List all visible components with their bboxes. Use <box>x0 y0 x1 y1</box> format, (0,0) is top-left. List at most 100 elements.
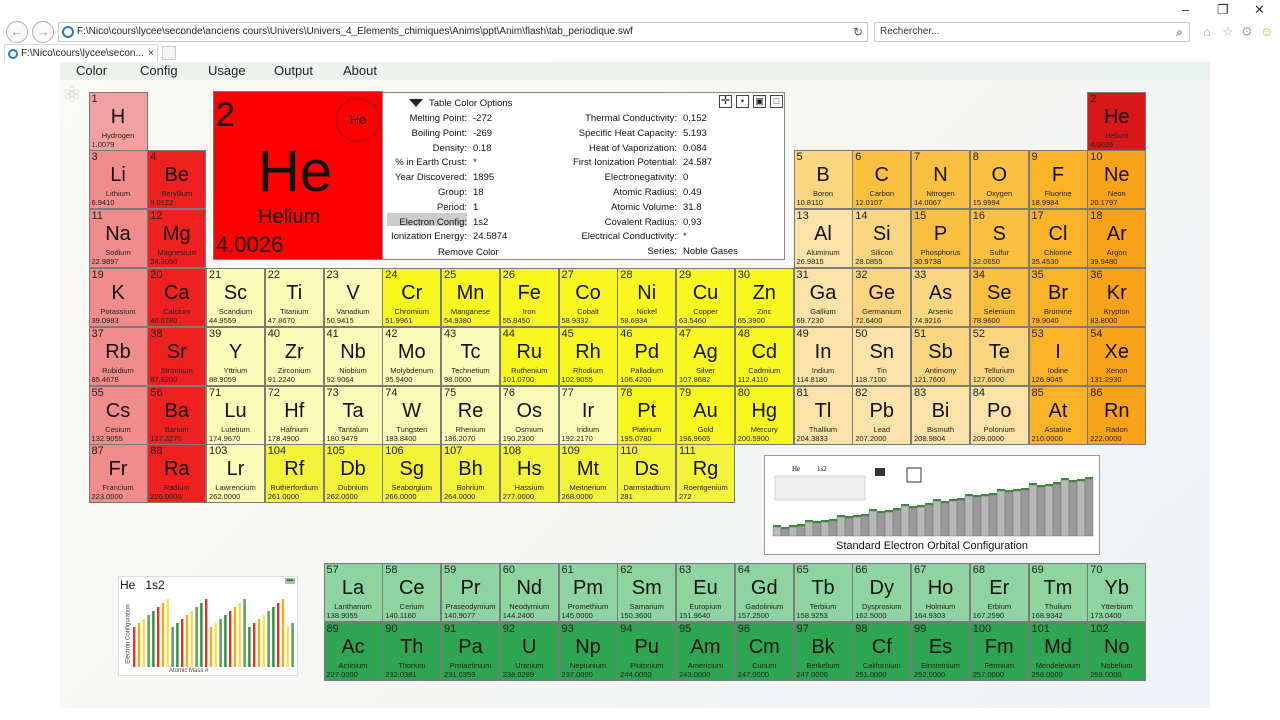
element-cell-bk[interactable]: 97 Bk Berkelium 247.0000 <box>793 621 853 681</box>
element-cell-cf[interactable]: 98 Cf Californium 251.0000 <box>852 621 912 681</box>
element-cell-at[interactable]: 85 At Astatine 210.0000 <box>1028 385 1088 445</box>
element-cell-o[interactable]: 8 O Oxygen 15.9994 <box>969 150 1029 210</box>
table-color-options[interactable]: Table Color Options <box>409 98 512 109</box>
element-cell-gd[interactable]: 64 Gd Gadolinium 157.2500 <box>734 563 794 622</box>
element-cell-tc[interactable]: 43 Tc Technetium 98.0000 <box>441 326 500 386</box>
element-cell-cs[interactable]: 55 Cs Cesium 132.9055 <box>88 385 148 445</box>
search-input[interactable]: Rechercher... ⌕ <box>874 22 1190 42</box>
element-cell-ir[interactable]: 77 Ir Iridium 192.2170 <box>558 385 618 445</box>
element-cell-pd[interactable]: 46 Pd Palladium 106.4200 <box>617 326 677 386</box>
mini-chart-controls[interactable]: ▪▪▪ <box>284 578 295 584</box>
element-cell-rf[interactable]: 104 Rf Rutherfordium 261.0000 <box>264 444 324 504</box>
element-cell-h[interactable]: 1 H Hydrogen 1.0079 <box>88 91 148 151</box>
element-cell-he[interactable]: 2 He Helium 4.0026 <box>1087 91 1147 151</box>
element-cell-nb[interactable]: 41 Nb Niobium 92.9064 <box>323 326 383 386</box>
browser-tab[interactable]: F:\Nico\cours\lycee\secon... × <box>4 44 158 62</box>
element-cell-ni[interactable]: 28 Ni Nickel 58.6934 <box>617 267 677 327</box>
element-cell-rb[interactable]: 37 Rb Rubidium 85.4678 <box>88 326 148 386</box>
search-icon[interactable]: ⌕ <box>1176 23 1183 41</box>
element-cell-am[interactable]: 95 Am Americium 243.0000 <box>676 621 735 681</box>
element-cell-hf[interactable]: 72 Hf Hafnium 178.4900 <box>264 385 324 445</box>
element-cell-i[interactable]: 53 I Iodine 126.9045 <box>1028 326 1088 386</box>
element-cell-es[interactable]: 99 Es Einsteinium 252.0000 <box>911 621 970 681</box>
element-cell-ac[interactable]: 89 Ac Actinium 227.0000 <box>323 621 383 681</box>
element-cell-pr[interactable]: 59 Pr Praseodymium 140.9077 <box>441 563 500 622</box>
address-bar[interactable]: F:\Nico\cours\lycee\seconde\anciens cour… <box>58 22 868 42</box>
element-cell-c[interactable]: 6 C Carbon 12.0107 <box>852 150 912 210</box>
element-cell-as[interactable]: 33 As Arsenic 74.9216 <box>911 267 970 327</box>
element-cell-sm[interactable]: 62 Sm Samarium 150.3600 <box>617 563 677 622</box>
back-button[interactable]: ← <box>6 21 28 43</box>
element-cell-sg[interactable]: 106 Sg Seaborgium 266.0000 <box>382 444 442 504</box>
element-cell-ru[interactable]: 44 Ru Ruthenium 101.0700 <box>499 326 559 386</box>
element-cell-mg[interactable]: 12 Mg Magnesium 24.3050 <box>147 209 207 269</box>
element-cell-re[interactable]: 75 Re Rhenium 186.2070 <box>441 385 500 445</box>
element-cell-ho[interactable]: 67 Ho Holmium 164.9303 <box>911 563 970 622</box>
element-cell-n[interactable]: 7 N Nitrogen 14.0067 <box>911 150 970 210</box>
new-tab-button[interactable] <box>162 46 176 60</box>
element-cell-rh[interactable]: 45 Rh Rhodium 102.9055 <box>558 326 618 386</box>
panel-expand-button[interactable]: ▣ <box>753 95 766 108</box>
element-cell-al[interactable]: 13 Al Aluminum 26.9815 <box>793 209 853 269</box>
element-cell-se[interactable]: 34 Se Selenium 78.9600 <box>969 267 1029 327</box>
element-cell-os[interactable]: 76 Os Osmium 190.2300 <box>499 385 559 445</box>
element-cell-mt[interactable]: 109 Mt Meitnerium 268.0000 <box>558 444 618 504</box>
element-cell-ce[interactable]: 58 Ce Cerium 140.1160 <box>382 563 442 622</box>
element-cell-dy[interactable]: 66 Dy Dysprosium 162.5000 <box>852 563 912 622</box>
menu-usage[interactable]: Usage <box>208 63 246 79</box>
menu-output[interactable]: Output <box>274 63 313 79</box>
element-cell-sn[interactable]: 50 Sn Tin 118.7100 <box>852 326 912 386</box>
element-cell-ag[interactable]: 47 Ag Silver 107.8682 <box>676 326 735 386</box>
element-cell-ar[interactable]: 18 Ar Argon 39.9480 <box>1087 209 1147 269</box>
gear-icon[interactable]: ⚙ <box>1241 24 1253 40</box>
element-cell-cl[interactable]: 17 Cl Chlorine 35.4530 <box>1028 209 1088 269</box>
element-cell-ta[interactable]: 73 Ta Tantalum 180.9479 <box>323 385 383 445</box>
element-cell-nd[interactable]: 60 Nd Neodymium 144.2400 <box>499 563 559 622</box>
element-cell-er[interactable]: 68 Er Erbium 167.2590 <box>969 563 1029 622</box>
element-cell-k[interactable]: 19 K Potassium 39.0983 <box>88 267 148 327</box>
smiley-icon[interactable]: ☺ <box>1260 24 1273 39</box>
element-cell-b[interactable]: 5 B Boron 10.8110 <box>793 150 853 210</box>
element-cell-bh[interactable]: 107 Bh Bohrium 264.0000 <box>441 444 500 504</box>
element-cell-pt[interactable]: 78 Pt Platinum 195.0780 <box>617 385 677 445</box>
element-cell-eu[interactable]: 63 Eu Europium 151.9640 <box>676 563 735 622</box>
element-cell-mn[interactable]: 25 Mn Manganese 54.9380 <box>441 267 500 327</box>
element-cell-br[interactable]: 35 Br Bromine 79.9040 <box>1028 267 1088 327</box>
element-cell-kr[interactable]: 36 Kr Krypton 83.8000 <box>1087 267 1147 327</box>
element-cell-s[interactable]: 16 S Sulfur 32.0650 <box>969 209 1029 269</box>
menu-color[interactable]: Color <box>76 63 107 79</box>
element-cell-zn[interactable]: 30 Zn Zinc 65.3900 <box>734 267 794 327</box>
element-cell-in[interactable]: 49 In Indium 114.8180 <box>793 326 853 386</box>
element-cell-hg[interactable]: 80 Hg Mercury 200.5900 <box>734 385 794 445</box>
element-cell-au[interactable]: 79 Au Gold 196.9665 <box>676 385 735 445</box>
element-cell-co[interactable]: 27 Co Cobalt 58.9332 <box>558 267 618 327</box>
element-cell-mo[interactable]: 42 Mo Molybdenum 95.9400 <box>382 326 442 386</box>
remove-color-button[interactable]: Remove Color <box>438 247 499 258</box>
element-cell-u[interactable]: 92 U Uranium 238.0289 <box>499 621 559 681</box>
home-icon[interactable]: ⌂ <box>1203 24 1211 39</box>
element-cell-cd[interactable]: 48 Cd Cadmium 112.4110 <box>734 326 794 386</box>
element-cell-ds[interactable]: 110 Ds Darmstadtium 281 <box>617 444 677 504</box>
forward-button[interactable]: → <box>32 21 54 43</box>
element-cell-v[interactable]: 23 V Vanadium 50.9415 <box>323 267 383 327</box>
element-cell-li[interactable]: 3 Li Lithium 6.9410 <box>88 150 148 210</box>
element-cell-pb[interactable]: 82 Pb Lead 207.2000 <box>852 385 912 445</box>
element-cell-y[interactable]: 39 Y Yttrium 88.9059 <box>206 326 265 386</box>
element-cell-bi[interactable]: 83 Bi Bismuth 208.9804 <box>911 385 970 445</box>
element-cell-sb[interactable]: 51 Sb Antimony 121.7600 <box>911 326 970 386</box>
element-cell-rn[interactable]: 86 Rn Radon 222.0000 <box>1087 385 1147 445</box>
element-cell-pa[interactable]: 91 Pa Protactinium 231.0359 <box>441 621 500 681</box>
element-cell-sr[interactable]: 38 Sr Strontium 87.6200 <box>147 326 207 386</box>
element-cell-ti[interactable]: 22 Ti Titanium 47.8670 <box>264 267 324 327</box>
close-button[interactable]: ✕ <box>1254 2 1265 18</box>
element-cell-ba[interactable]: 56 Ba Barium 137.3270 <box>147 385 207 445</box>
element-cell-fm[interactable]: 100 Fm Fermium 257.0000 <box>969 621 1029 681</box>
tab-close-icon[interactable]: × <box>148 45 154 63</box>
element-cell-w[interactable]: 74 W Tungsten 183.8400 <box>382 385 442 445</box>
refresh-icon[interactable]: ↻ <box>853 23 863 41</box>
element-cell-f[interactable]: 9 F Fluorine 18.9984 <box>1028 150 1088 210</box>
element-cell-xe[interactable]: 54 Xe Xenon 131.2930 <box>1087 326 1147 386</box>
element-cell-tb[interactable]: 65 Tb Terbium 158.9253 <box>793 563 853 622</box>
element-cell-be[interactable]: 4 Be Beryllium 9.0122 <box>147 150 207 210</box>
element-cell-no[interactable]: 102 No Nobelium 259.0000 <box>1087 621 1147 681</box>
